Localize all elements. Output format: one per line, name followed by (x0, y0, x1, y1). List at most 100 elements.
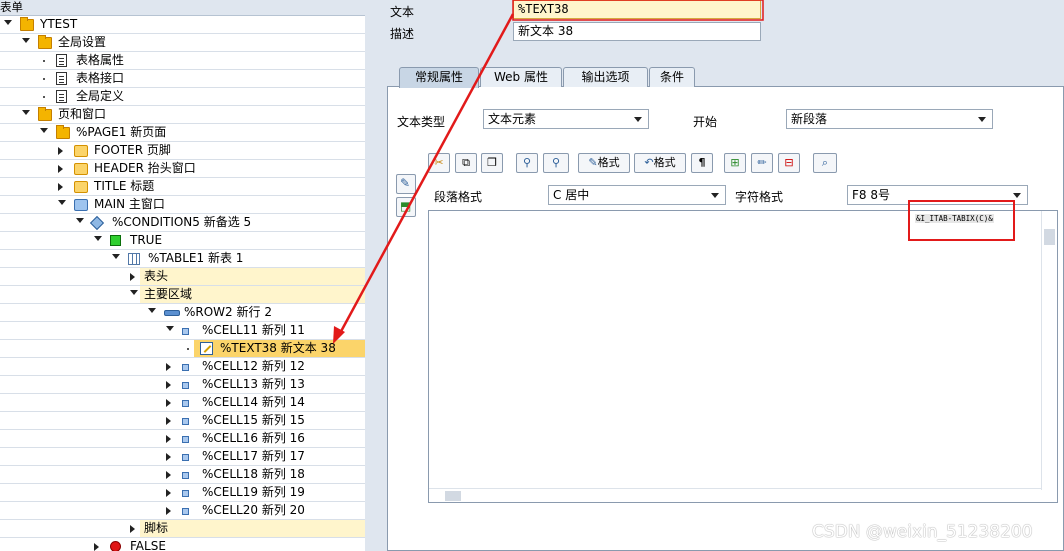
tree-node[interactable]: FALSE (0, 538, 365, 551)
collapsed-arrow-icon[interactable] (58, 165, 63, 173)
tree-node[interactable]: HEADER 抬头窗口 (0, 160, 365, 178)
tree-node[interactable]: %CELL16 新列 16 (0, 430, 365, 448)
text-label: 文本 (390, 5, 415, 19)
find-button[interactable]: ⚲ (516, 153, 538, 173)
tree-node[interactable]: %CELL12 新列 12 (0, 358, 365, 376)
panel-splitter[interactable] (365, 0, 743, 551)
text-name-field[interactable]: %TEXT38 (513, 0, 761, 19)
expanded-arrow-icon[interactable] (112, 254, 120, 259)
tree-node[interactable]: 主要区域 (0, 286, 365, 304)
tree-node[interactable]: TITLE 标题 (0, 178, 365, 196)
tree-node[interactable]: %CELL18 新列 18 (0, 466, 365, 484)
tree-node[interactable]: %CELL15 新列 15 (0, 412, 365, 430)
description-field[interactable]: 新文本 38 (513, 22, 761, 41)
tree-node[interactable]: %ROW2 新行 2 (0, 304, 365, 322)
collapsed-arrow-icon[interactable] (58, 147, 63, 155)
tree-node[interactable]: 表头 (0, 268, 365, 286)
tree-node-label: 表格属性 (76, 53, 125, 67)
tree-node[interactable]: %TABLE1 新表 1 (0, 250, 365, 268)
leaf-bullet-icon (43, 78, 45, 80)
collapsed-arrow-icon[interactable] (94, 543, 99, 551)
tree-node[interactable]: %CELL17 新列 17 (0, 448, 365, 466)
tree-node[interactable]: 脚标 (0, 520, 365, 538)
cut-button[interactable]: ✂ (428, 153, 450, 173)
paragraph-format-label: 段落格式 (434, 190, 483, 204)
tree-node[interactable]: 全局设置 (0, 34, 365, 52)
insert-icon: ⊞ (730, 156, 740, 169)
collapsed-arrow-icon[interactable] (166, 507, 171, 515)
tree-node[interactable]: YTEST (0, 16, 365, 34)
document-icon (56, 90, 67, 103)
tree-node[interactable]: 表格接口 (0, 70, 365, 88)
editor-hscroll-thumb[interactable] (445, 491, 461, 501)
expanded-arrow-icon[interactable] (58, 200, 66, 205)
tree-node[interactable]: %CELL19 新列 19 (0, 484, 365, 502)
tree-node[interactable]: TRUE (0, 232, 365, 250)
paragraph-format-select[interactable]: C 居中 (548, 185, 726, 205)
tab-output-options[interactable]: 输出选项 (563, 67, 648, 87)
tree-node[interactable]: %CELL20 新列 20 (0, 502, 365, 520)
tree-node[interactable]: FOOTER 页脚 (0, 142, 365, 160)
tree-node-label: YTEST (40, 17, 78, 31)
editor-horizontal-scrollbar[interactable] (429, 488, 1041, 502)
expanded-arrow-icon[interactable] (130, 290, 138, 295)
leaf-bullet-icon (43, 60, 45, 62)
tree-node[interactable]: %TEXT38 新文本 38 (0, 340, 365, 358)
tree-node[interactable]: 页和窗口 (0, 106, 365, 124)
collapsed-arrow-icon[interactable] (166, 381, 171, 389)
tree-node-label: %CELL16 新列 16 (202, 431, 305, 445)
paste-button[interactable]: ❐ (481, 153, 503, 173)
text-editor[interactable]: &I_ITAB-TABIX(C)& (428, 210, 1058, 503)
tree-node[interactable]: %PAGE1 新页面 (0, 124, 365, 142)
expanded-arrow-icon[interactable] (40, 128, 48, 133)
text-type-select[interactable]: 文本元素 (483, 109, 649, 129)
tree-node[interactable]: MAIN 主窗口 (0, 196, 365, 214)
collapsed-arrow-icon[interactable] (166, 453, 171, 461)
expanded-arrow-icon[interactable] (76, 218, 84, 223)
copy-button[interactable]: ⧉ (455, 153, 477, 173)
format-button-1[interactable]: ✎格式 (578, 153, 630, 173)
preview-button[interactable]: ⌕ (813, 153, 837, 173)
expanded-arrow-icon[interactable] (22, 110, 30, 115)
paragraph-mark-button[interactable]: ¶ (691, 153, 713, 173)
expanded-arrow-icon[interactable] (148, 308, 156, 313)
start-label: 开始 (693, 115, 718, 129)
folder-icon (38, 107, 52, 121)
text-editor-side-button[interactable]: ✎ (396, 174, 416, 194)
graphical-editor-side-button[interactable]: ⬒ (396, 197, 416, 217)
tree-node[interactable]: %CONDITION5 新备选 5 (0, 214, 365, 232)
cell-icon (182, 472, 189, 479)
collapsed-arrow-icon[interactable] (166, 435, 171, 443)
expanded-arrow-icon[interactable] (94, 236, 102, 241)
collapsed-arrow-icon[interactable] (166, 471, 171, 479)
collapsed-arrow-icon[interactable] (58, 183, 63, 191)
start-select[interactable]: 新段落 (786, 109, 993, 129)
format-button-2[interactable]: ↶格式 (634, 153, 686, 173)
tab-web-attributes[interactable]: Web 属性 (480, 67, 562, 87)
collapsed-arrow-icon[interactable] (130, 525, 135, 533)
collapsed-arrow-icon[interactable] (166, 363, 171, 371)
tree-node[interactable]: %CELL14 新列 14 (0, 394, 365, 412)
collapsed-arrow-icon[interactable] (166, 399, 171, 407)
editor-vertical-scrollbar[interactable] (1041, 211, 1057, 490)
editor-vscroll-thumb[interactable] (1044, 229, 1055, 245)
expanded-arrow-icon[interactable] (22, 38, 30, 43)
delete-line-button[interactable]: ⊟ (778, 153, 800, 173)
collapsed-arrow-icon[interactable] (130, 273, 135, 281)
tree-node[interactable]: %CELL13 新列 13 (0, 376, 365, 394)
insert-line-button[interactable]: ⊞ (724, 153, 746, 173)
tree-node-label: %CELL18 新列 18 (202, 467, 305, 481)
tree-node[interactable]: 表格属性 (0, 52, 365, 70)
tree-node[interactable]: %CELL11 新列 11 (0, 322, 365, 340)
tree-node[interactable]: 全局定义 (0, 88, 365, 106)
collapsed-arrow-icon[interactable] (166, 417, 171, 425)
tab-general-attributes[interactable]: 常规属性 (399, 67, 479, 88)
find-next-button[interactable]: ⚲ (543, 153, 569, 173)
expanded-arrow-icon[interactable] (166, 326, 174, 331)
cell-icon (182, 364, 189, 371)
tab-conditions[interactable]: 条件 (649, 67, 695, 87)
edit-button[interactable]: ✏ (751, 153, 773, 173)
expanded-arrow-icon[interactable] (4, 20, 12, 25)
collapsed-arrow-icon[interactable] (166, 489, 171, 497)
main-window-icon (74, 199, 88, 211)
